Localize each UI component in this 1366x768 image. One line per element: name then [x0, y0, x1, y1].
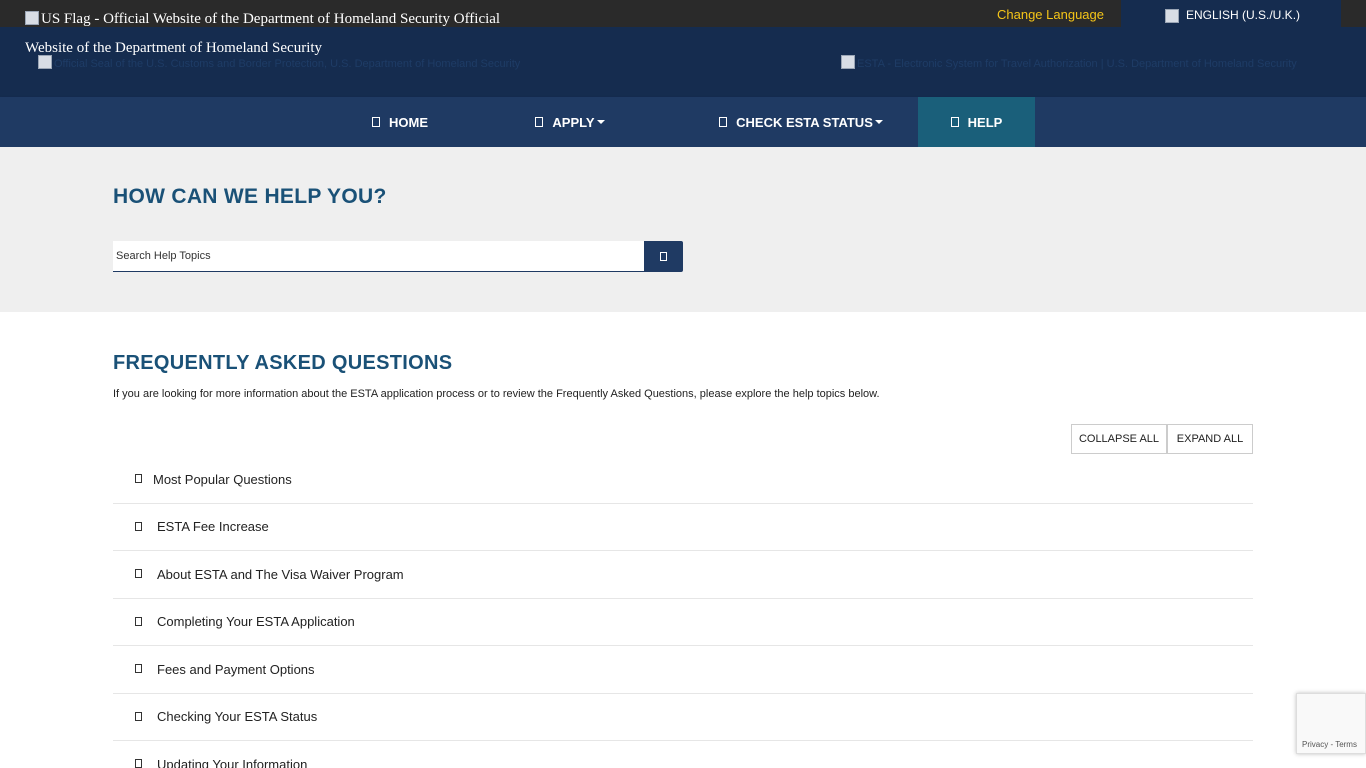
faq-topic-label: Fees and Payment Options — [157, 661, 315, 677]
cbp-seal-link[interactable]: Official Seal of the U.S. Customs and Bo… — [38, 55, 520, 70]
help-search-input[interactable] — [113, 241, 644, 272]
expand-icon — [135, 664, 142, 674]
us-flag-alt-text: US Flag - Official Website of the Depart… — [41, 11, 450, 27]
expand-icon — [135, 711, 142, 721]
faq-topic-label: Updating Your Information — [157, 756, 308, 768]
help-search-section: HOW CAN WE HELP YOU? — [0, 147, 1366, 312]
help-title: HOW CAN WE HELP YOU? — [113, 185, 387, 208]
faq-topic-label: Checking Your ESTA Status — [157, 709, 318, 725]
nav-help-label: HELP — [967, 114, 1003, 130]
esta-logo-alt-text: ESTA - Electronic System for Travel Auth… — [857, 58, 1297, 70]
faq-topic-label: ESTA Fee Increase — [157, 519, 269, 535]
nav-home[interactable]: HOME — [345, 97, 455, 147]
esta-logo-icon — [841, 55, 855, 69]
help-search-button[interactable] — [644, 241, 683, 272]
faq-topic-list: Most Popular Questions ESTA Fee Increase… — [113, 456, 1253, 768]
faq-topic-label: Completing Your ESTA Application — [157, 614, 355, 630]
help-icon — [950, 117, 959, 127]
expand-icon — [135, 759, 142, 768]
status-icon — [719, 117, 728, 127]
recaptcha-privacy-terms[interactable]: Privacy - Terms — [1302, 740, 1357, 749]
nav-check-status-label: CHECK ESTA STATUS — [736, 114, 873, 130]
search-icon — [660, 252, 667, 261]
expand-icon — [135, 521, 142, 531]
us-flag-icon — [25, 11, 39, 25]
nav-apply-label: APPLY — [552, 114, 595, 130]
faq-intro: If you are looking for more information … — [113, 388, 880, 400]
expand-icon — [135, 616, 142, 626]
expand-icon — [135, 569, 142, 579]
main-navigation: HOME APPLY CHECK ESTA STATUS HELP — [0, 97, 1366, 147]
faq-topic[interactable]: About ESTA and The Visa Waiver Program — [113, 551, 1253, 599]
faq-topic[interactable]: Most Popular Questions — [113, 456, 1253, 504]
caret-down-icon — [596, 120, 605, 124]
faq-topic[interactable]: Updating Your Information — [113, 741, 1253, 768]
faq-title: FREQUENTLY ASKED QUESTIONS — [113, 352, 453, 374]
cbp-seal-icon — [38, 55, 52, 69]
recaptcha-badge[interactable]: Privacy - Terms — [1296, 693, 1366, 754]
nav-apply[interactable]: APPLY — [515, 97, 625, 147]
faq-topic[interactable]: Completing Your ESTA Application — [113, 599, 1253, 646]
nav-help[interactable]: HELP — [918, 97, 1035, 147]
cbp-seal-alt-text: Official Seal of the U.S. Customs and Bo… — [54, 58, 521, 70]
faq-topic-label: About ESTA and The Visa Waiver Program — [157, 566, 404, 582]
expand-icon — [135, 474, 142, 484]
expand-all-button[interactable]: EXPAND ALL — [1167, 424, 1253, 454]
collapse-all-button[interactable]: COLLAPSE ALL — [1071, 424, 1167, 454]
caret-down-icon — [874, 120, 883, 124]
esta-logo-link[interactable]: ESTA - Electronic System for Travel Auth… — [841, 55, 1297, 70]
language-selector[interactable]: ENGLISH (U.S./U.K.) — [1121, 0, 1341, 27]
change-language-link[interactable]: Change Language — [997, 7, 1104, 22]
apply-icon — [535, 117, 544, 127]
faq-topic[interactable]: Checking Your ESTA Status — [113, 694, 1253, 741]
language-flag-icon — [1165, 9, 1179, 23]
home-icon — [372, 117, 380, 127]
faq-topic-label: Most Popular Questions — [153, 471, 292, 487]
language-selected: ENGLISH (U.S./U.K.) — [1186, 8, 1301, 22]
faq-topic[interactable]: Fees and Payment Options — [113, 646, 1253, 694]
faq-topic[interactable]: ESTA Fee Increase — [113, 504, 1253, 551]
nav-home-label: HOME — [389, 114, 428, 130]
site-header: US Flag - Official Website of the Depart… — [0, 0, 1366, 97]
nav-check-esta-status[interactable]: CHECK ESTA STATUS — [706, 97, 896, 147]
